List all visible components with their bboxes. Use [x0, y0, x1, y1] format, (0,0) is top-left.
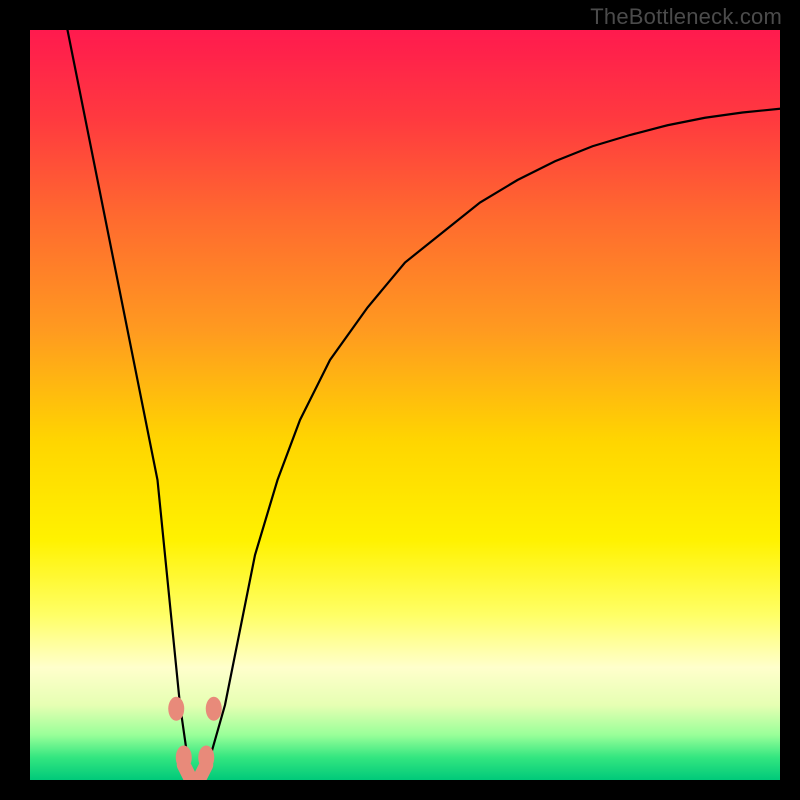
- curve-marker: [176, 746, 192, 770]
- curve-marker: [198, 746, 214, 770]
- chart-frame: [30, 30, 780, 780]
- bottleneck-chart: [30, 30, 780, 780]
- watermark-text: TheBottleneck.com: [590, 4, 782, 30]
- curve-marker: [206, 697, 222, 721]
- curve-marker: [168, 697, 184, 721]
